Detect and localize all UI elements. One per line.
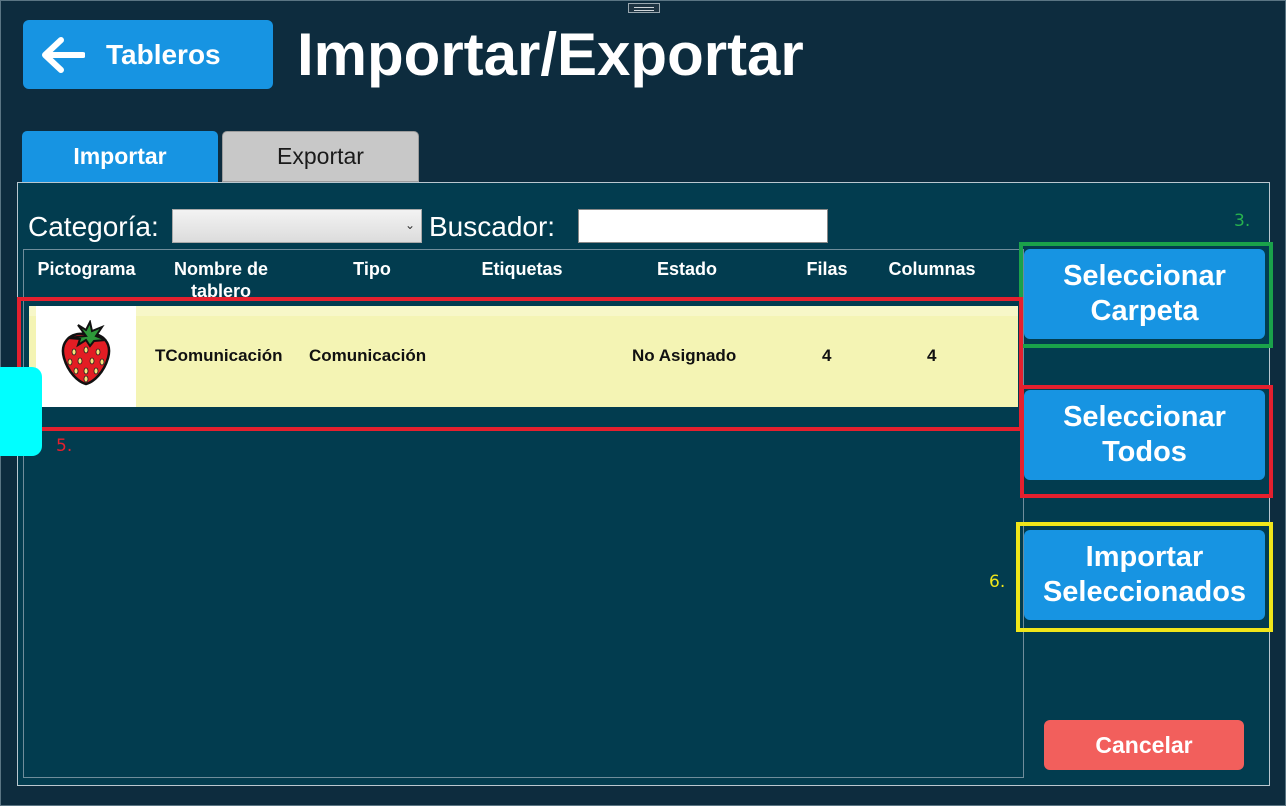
side-panel-handle[interactable]	[0, 367, 42, 456]
column-header-filas: Filas	[806, 259, 848, 279]
column-header-etiquetas: Etiquetas	[481, 259, 563, 279]
cell-rows: 4	[822, 346, 832, 365]
cell-board-name: TComunicación	[155, 346, 283, 365]
pictogram-cell	[36, 306, 136, 407]
category-label: Categoría:	[28, 211, 159, 242]
cell-type: Comunicación	[309, 346, 427, 365]
column-header-columnas: Columnas	[888, 259, 976, 279]
strawberry-icon	[56, 319, 116, 393]
cell-columns: 4	[927, 346, 937, 365]
column-header-estado: Estado	[656, 259, 717, 279]
cancel-button[interactable]: Cancelar	[1044, 720, 1244, 770]
annotation-label-6: 6.	[989, 572, 1006, 592]
search-input[interactable]	[578, 209, 828, 243]
select-folder-button[interactable]: Seleccionar Carpeta	[1024, 249, 1265, 339]
cell-status: No Asignado	[632, 346, 737, 365]
select-all-button[interactable]: Seleccionar Todos	[1024, 390, 1265, 480]
row-band	[29, 306, 1018, 316]
window-grip-icon[interactable]	[628, 3, 660, 13]
table-row[interactable]: TComunicación Comunicación No Asignado 4…	[29, 306, 1018, 407]
column-header-nombre: Nombre de tablero	[173, 259, 269, 301]
search-label: Buscador:	[429, 211, 556, 242]
column-header-tipo: Tipo	[353, 259, 391, 279]
annotation-label-5: 5.	[56, 436, 73, 456]
category-select[interactable]: ⌄	[172, 209, 422, 243]
chevron-down-icon: ⌄	[404, 218, 415, 232]
column-header-pictograma: Pictograma	[37, 259, 136, 279]
back-to-boards-button[interactable]: Tableros	[23, 20, 273, 89]
page-title: Importar/Exportar	[297, 21, 804, 88]
back-button-label: Tableros	[106, 38, 221, 70]
tab-importar[interactable]: Importar	[22, 131, 218, 182]
import-selected-button[interactable]: Importar Seleccionados	[1024, 530, 1265, 620]
annotation-label-3: 3.	[1234, 211, 1251, 231]
import-export-window: Tableros Importar/Exportar Importar Expo…	[0, 0, 1286, 806]
tab-exportar[interactable]: Exportar	[222, 131, 419, 182]
arrow-left-icon	[39, 35, 87, 75]
